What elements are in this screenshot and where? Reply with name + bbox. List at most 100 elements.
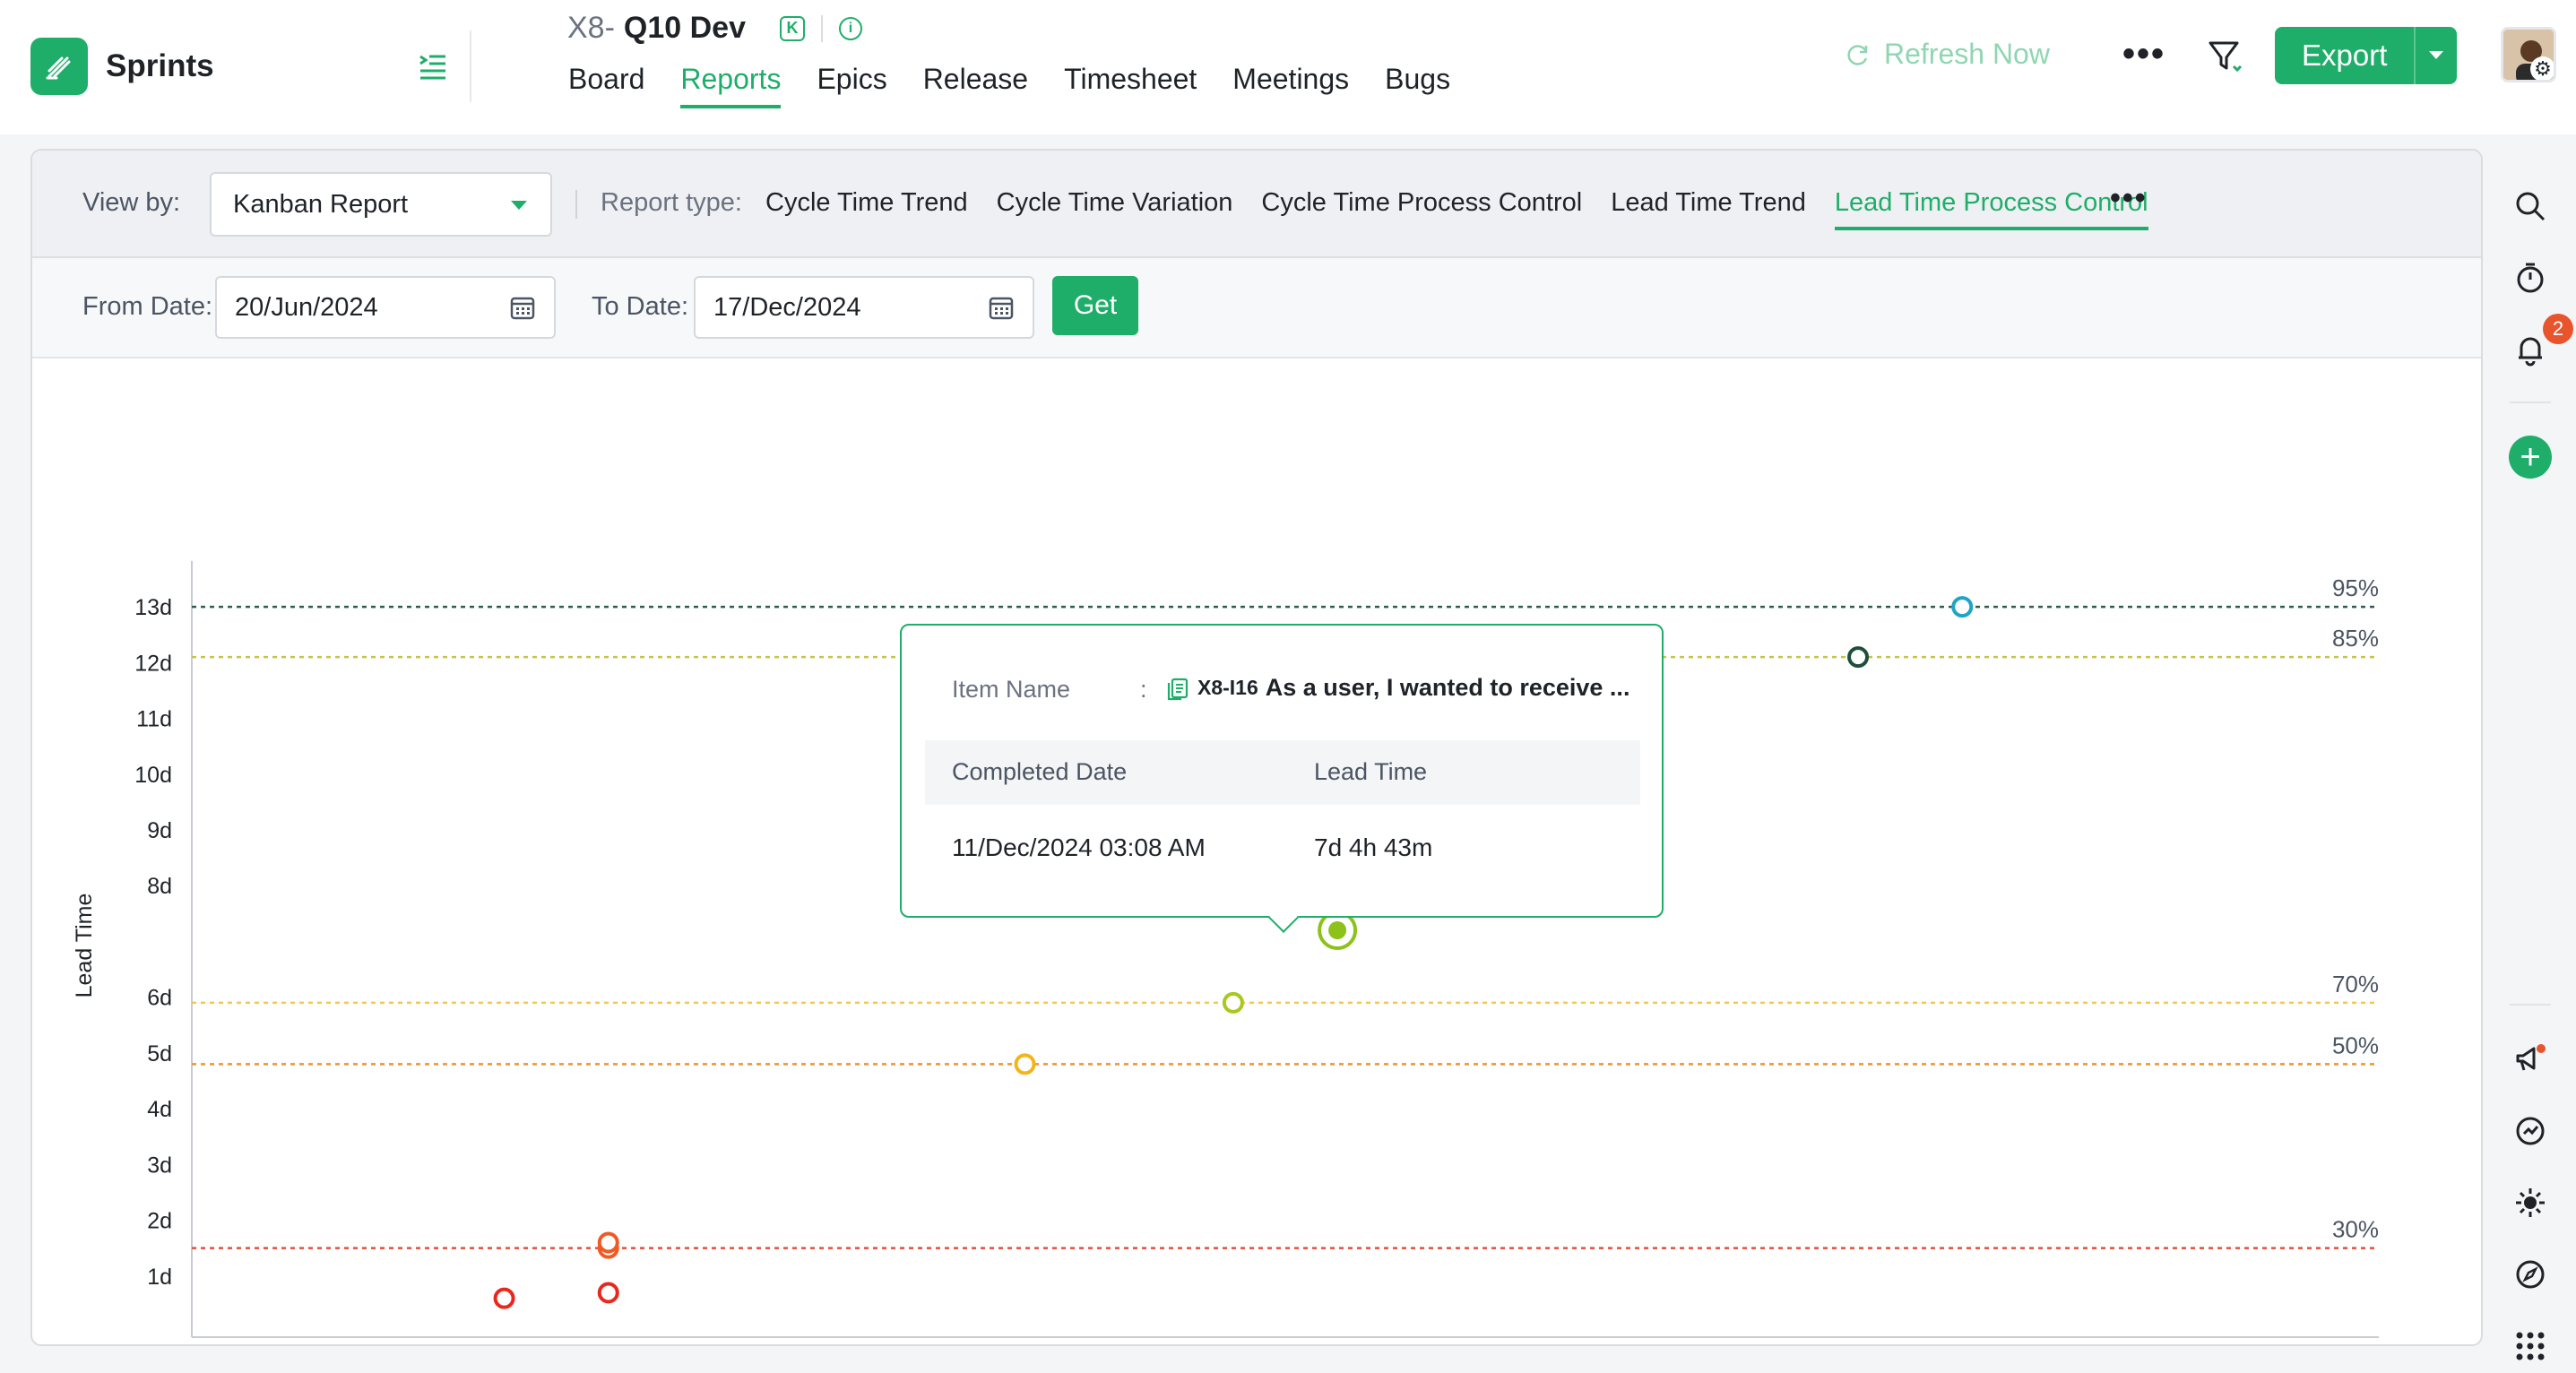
data-point: [1847, 646, 1870, 669]
refresh-label: Refresh Now: [1884, 38, 2050, 70]
collapse-menu-icon[interactable]: [411, 45, 455, 90]
percentile-label: 85%: [2332, 625, 2379, 652]
to-date-input[interactable]: 17/Dec/2024: [694, 276, 1034, 339]
top-bar: Sprints X8- Q10 Dev K i Board Reports Epic…: [0, 0, 2576, 134]
right-rail: 2 +: [2485, 134, 2576, 1373]
tooltip-completed-label: Completed Date: [952, 758, 1128, 785]
refresh-icon: [1847, 44, 1868, 65]
info-icon[interactable]: i: [839, 16, 863, 40]
nav-tab-epics[interactable]: Epics: [817, 63, 886, 108]
tooltip-lead-value: 7d 4h 43m: [1314, 833, 1433, 861]
dropdown-caret-icon: [511, 201, 527, 210]
refresh-button[interactable]: Refresh Now: [1845, 38, 2050, 71]
calendar-icon: [510, 297, 535, 320]
nav-tab-reports[interactable]: Reports: [680, 63, 782, 108]
project-nav: Board Reports Epics Release Timesheet Meeting…: [568, 63, 1450, 108]
report-card: View by: Kanban Report Report type: Cycl…: [30, 149, 2483, 1346]
date-filter-bar: From Date: 20/Jun/2024 To Date: 17/Dec/2…: [32, 258, 2481, 358]
percentile-label: 30%: [2332, 1216, 2379, 1243]
report-tab-lead-time-process-control[interactable]: Lead Time Process Control: [1834, 188, 2148, 230]
data-point: [493, 1287, 515, 1309]
compass-icon[interactable]: [2507, 1251, 2554, 1298]
report-tab-cycle-time-trend[interactable]: Cycle Time Trend: [765, 188, 968, 230]
y-tick-label: 12d: [134, 651, 172, 676]
divider: [2510, 1004, 2551, 1006]
view-by-select[interactable]: Kanban Report: [210, 172, 552, 237]
tooltip-completed-value: 11/Dec/2024 03:08 AM: [952, 833, 1206, 861]
project-header: X8- Q10 Dev K i: [567, 11, 863, 46]
percentile-label: 70%: [2332, 971, 2379, 997]
y-tick-label: 5d: [147, 1041, 172, 1066]
announcement-icon[interactable]: [2507, 1036, 2554, 1083]
app-name: Sprints: [106, 48, 214, 83]
theme-sun-icon[interactable]: [2507, 1179, 2554, 1226]
tooltip-colon: :: [1140, 676, 1147, 703]
point-tooltip: Item Name : X8-I16 As a user, I wanted t…: [900, 624, 1664, 933]
divider: [2510, 402, 2551, 403]
tooltip-item-label: Item Name: [952, 676, 1071, 703]
sprints-logo-icon: [30, 38, 88, 95]
timer-icon[interactable]: [2507, 255, 2554, 301]
more-options-icon[interactable]: •••: [2122, 34, 2165, 74]
tooltip-item-key: X8-I16: [1197, 676, 1258, 699]
nav-tab-timesheet[interactable]: Timesheet: [1064, 63, 1197, 108]
project-prefix: X8-: [567, 11, 615, 45]
report-type-tabs: Cycle Time Trend Cycle Time Variation Cycl…: [765, 188, 2148, 230]
user-avatar[interactable]: ⚙: [2501, 27, 2556, 82]
highlighted-point: [1328, 921, 1347, 939]
data-point: [1951, 596, 1974, 618]
activity-icon[interactable]: [2507, 1108, 2554, 1154]
tooltip-item-title: As a user, I wanted to receive ...: [1265, 674, 1630, 701]
data-point: [1222, 991, 1244, 1014]
nav-tab-bugs[interactable]: Bugs: [1385, 63, 1450, 108]
from-date-label: From Date:: [82, 292, 213, 321]
nav-tab-meetings[interactable]: Meetings: [1232, 63, 1349, 108]
project-name[interactable]: Q10 Dev: [624, 11, 746, 46]
report-toolbar: View by: Kanban Report Report type: Cycl…: [32, 151, 2481, 258]
view-by-value: Kanban Report: [233, 189, 409, 219]
export-label[interactable]: Export: [2275, 27, 2415, 84]
y-tick-label: 2d: [147, 1209, 172, 1234]
y-tick-label: 4d: [147, 1097, 172, 1122]
data-point: [597, 1282, 619, 1304]
y-tick-label: 10d: [134, 763, 172, 788]
y-tick-label: 8d: [147, 874, 172, 899]
filter-icon[interactable]: [2205, 36, 2246, 77]
brand[interactable]: Sprints: [30, 38, 214, 95]
apps-grid-icon[interactable]: [2507, 1323, 2554, 1369]
report-tab-cycle-time-process-control[interactable]: Cycle Time Process Control: [1261, 188, 1582, 230]
data-point: [1014, 1053, 1036, 1075]
to-date-label: To Date:: [592, 292, 688, 321]
from-date-value: 20/Jun/2024: [235, 292, 378, 322]
y-tick-label: 13d: [134, 595, 172, 620]
data-point: [597, 1231, 619, 1254]
y-tick-label: 3d: [147, 1153, 172, 1178]
nav-tab-board[interactable]: Board: [568, 63, 644, 108]
percentile-label: 95%: [2332, 574, 2379, 601]
from-date-input[interactable]: 20/Jun/2024: [215, 276, 556, 339]
report-tab-lead-time-trend[interactable]: Lead Time Trend: [1611, 188, 1806, 230]
y-tick-label: 6d: [147, 986, 172, 1011]
search-icon[interactable]: [2507, 183, 2554, 229]
more-report-types-icon[interactable]: •••: [2110, 181, 2148, 216]
tooltip-header-row: Completed Date Lead Time: [925, 740, 1640, 805]
y-tick-label: 11d: [136, 707, 172, 732]
divider: [575, 190, 577, 219]
view-by-label: View by:: [82, 188, 181, 217]
tooltip-item[interactable]: X8-I16 As a user, I wanted to receive ..…: [1165, 674, 1629, 702]
add-icon[interactable]: +: [2507, 434, 2554, 480]
export-dropdown-icon[interactable]: [2414, 27, 2458, 84]
settings-gear-icon[interactable]: ⚙: [2530, 56, 2554, 80]
notification-count-badge: 2: [2543, 314, 2573, 344]
kanban-badge-icon: K: [780, 15, 806, 41]
to-date-value: 17/Dec/2024: [713, 292, 861, 322]
notification-bell-icon[interactable]: 2: [2507, 314, 2573, 373]
tooltip-lead-label: Lead Time: [1314, 758, 1428, 785]
export-button[interactable]: Export: [2275, 27, 2458, 84]
y-axis-title: Lead Time: [72, 894, 97, 998]
get-button[interactable]: Get: [1052, 276, 1138, 335]
report-tab-cycle-time-variation[interactable]: Cycle Time Variation: [997, 188, 1233, 230]
percentile-label: 50%: [2332, 1032, 2379, 1058]
y-tick-label: 1d: [147, 1265, 172, 1290]
nav-tab-release[interactable]: Release: [923, 63, 1028, 108]
